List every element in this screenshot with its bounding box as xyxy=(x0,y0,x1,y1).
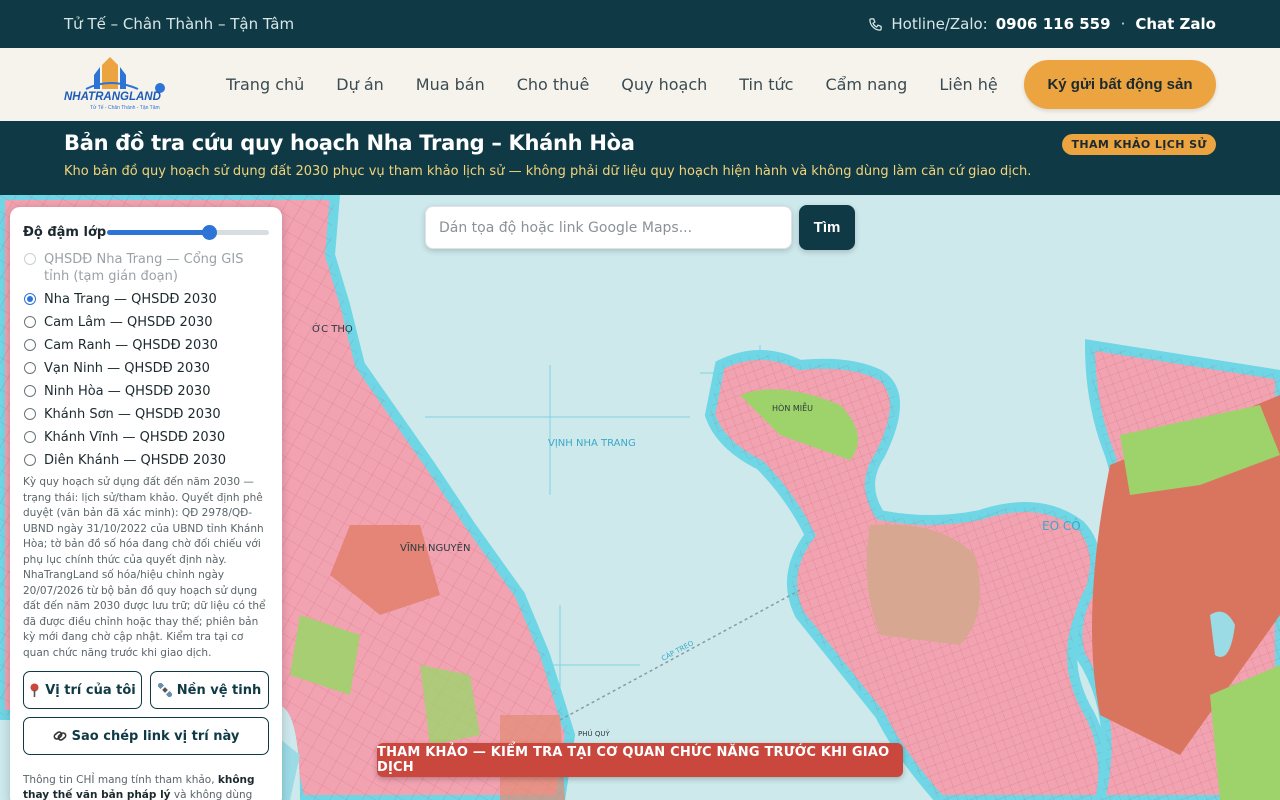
opacity-slider[interactable] xyxy=(107,225,269,240)
contact-area: Hotline/Zalo: 0906 116 559 · Chat Zalo xyxy=(868,15,1216,33)
slider-fill xyxy=(107,230,210,235)
map-label-eo-co: EO CÒ xyxy=(1042,519,1081,533)
hotline-number[interactable]: 0906 116 559 xyxy=(996,15,1111,33)
opacity-label: Độ đậm lớp xyxy=(23,224,107,240)
layer-option[interactable]: Cam Ranh — QHSDĐ 2030 xyxy=(23,337,269,354)
nav-contact[interactable]: Liên hệ xyxy=(939,75,997,94)
reference-warning-banner: THAM KHẢO — KIỂM TRA TẠI CƠ QUAN CHỨC NĂ… xyxy=(377,743,903,777)
hotline-label: Hotline/Zalo: xyxy=(891,15,988,33)
logo-tagline: Tử Tế - Chân Thành - Tận Tâm xyxy=(90,104,160,111)
page-subtitle: Kho bản đồ quy hoạch sử dụng đất 2030 ph… xyxy=(64,164,1032,179)
layer-option[interactable]: Diên Khánh — QHSDĐ 2030 xyxy=(23,452,269,469)
layer-radio[interactable] xyxy=(24,431,36,443)
layer-option[interactable]: Nha Trang — QHSDĐ 2030 xyxy=(23,291,269,308)
opacity-row: Độ đậm lớp xyxy=(23,221,269,243)
layer-option: QHSDĐ Nha Trang — Cổng GIS tỉnh (tạm giá… xyxy=(23,251,269,285)
layer-radio[interactable] xyxy=(24,293,36,305)
coordinate-search-input[interactable] xyxy=(425,206,792,249)
layer-option[interactable]: Khánh Vĩnh — QHSDĐ 2030 xyxy=(23,429,269,446)
map-label-phu-quy: PHÚ QUÝ xyxy=(578,730,610,738)
layer-option[interactable]: Ninh Hòa — QHSDĐ 2030 xyxy=(23,383,269,400)
nav-projects[interactable]: Dự án xyxy=(336,75,384,94)
layer-radio[interactable] xyxy=(24,385,36,397)
layer-radio[interactable] xyxy=(24,408,36,420)
separator: · xyxy=(1120,15,1126,33)
nav-buy-sell[interactable]: Mua bán xyxy=(416,75,485,94)
layer-radio[interactable] xyxy=(24,454,36,466)
chat-zalo-link[interactable]: Chat Zalo xyxy=(1135,15,1216,33)
nav-news[interactable]: Tin tức xyxy=(739,75,793,94)
layer-option[interactable]: Vạn Ninh — QHSDĐ 2030 xyxy=(23,360,269,377)
layer-label: Nha Trang — QHSDĐ 2030 xyxy=(44,292,217,307)
phone-icon xyxy=(869,17,883,31)
layer-list: QHSDĐ Nha Trang — Cổng GIS tỉnh (tạm giá… xyxy=(23,251,269,469)
note-prefix: Thông tin CHỈ mang tính tham khảo, xyxy=(23,774,218,786)
page-title: Bản đồ tra cứu quy hoạch Nha Trang – Khá… xyxy=(64,131,635,155)
top-bar: Tử Tế – Chân Thành – Tận Tâm Hotline/Zal… xyxy=(0,0,1280,48)
layer-panel: Độ đậm lớp QHSDĐ Nha Trang — Cổng GIS tỉ… xyxy=(10,207,282,800)
layer-label: Khánh Sơn — QHSDĐ 2030 xyxy=(44,407,221,422)
layer-option[interactable]: Khánh Sơn — QHSDĐ 2030 xyxy=(23,406,269,423)
pin-icon xyxy=(30,683,39,697)
link-icon xyxy=(53,731,67,741)
panel-button-row: Vị trí của tôi Nền vệ tinh xyxy=(23,671,269,709)
layer-label: Diên Khánh — QHSDĐ 2030 xyxy=(44,453,227,468)
main-header: NHATRANGLAND Tử Tế - Chân Thành - Tận Tâ… xyxy=(0,48,1280,121)
title-band: Bản đồ tra cứu quy hoạch Nha Trang – Khá… xyxy=(0,121,1280,195)
planning-description: Kỳ quy hoạch sử dụng đất đến năm 2030 — … xyxy=(23,476,266,659)
satellite-icon xyxy=(157,683,172,697)
map-label-vinh-nguyen: VĨNH NGUYÊN xyxy=(400,543,471,554)
layer-label: Ninh Hòa — QHSDĐ 2030 xyxy=(44,384,211,399)
consign-property-button[interactable]: Ký gửi bất động sản xyxy=(1024,60,1216,109)
disclaimer-note: Thông tin CHỈ mang tính tham khảo, không… xyxy=(23,773,269,800)
historical-badge: THAM KHẢO LỊCH SỬ xyxy=(1062,134,1216,155)
copy-location-link-button[interactable]: Sao chép link vị trí này xyxy=(23,717,269,755)
layer-radio[interactable] xyxy=(24,339,36,351)
layer-radio[interactable] xyxy=(24,362,36,374)
my-location-label: Vị trí của tôi xyxy=(45,682,136,698)
map-label-bay: VỊNH NHA TRANG xyxy=(548,438,636,449)
nav-rent[interactable]: Cho thuê xyxy=(517,75,590,94)
logo-brand: NHATRANGLAND xyxy=(64,91,161,103)
layer-label: Khánh Vĩnh — QHSDĐ 2030 xyxy=(44,430,226,445)
slogan: Tử Tế – Chân Thành – Tận Tâm xyxy=(64,15,295,33)
layer-radio xyxy=(24,253,36,265)
my-location-button[interactable]: Vị trí của tôi xyxy=(23,671,142,709)
layer-option[interactable]: Cam Lâm — QHSDĐ 2030 xyxy=(23,314,269,331)
map-label-phuoc-tho: ỚC THỌ xyxy=(312,324,353,335)
slider-thumb[interactable] xyxy=(201,225,217,240)
layer-label: Vạn Ninh — QHSDĐ 2030 xyxy=(44,361,210,376)
layer-radio[interactable] xyxy=(24,316,36,328)
nav-planning[interactable]: Quy hoạch xyxy=(621,75,707,94)
nav-home[interactable]: Trang chủ xyxy=(226,75,304,94)
layer-label: Cam Ranh — QHSDĐ 2030 xyxy=(44,338,218,353)
copy-link-label: Sao chép link vị trí này xyxy=(71,728,240,744)
map-label-hon-mieu: HÒN MIỄU xyxy=(772,404,814,413)
layer-label: Cam Lâm — QHSDĐ 2030 xyxy=(44,315,213,330)
layer-label: QHSDĐ Nha Trang — Cổng GIS tỉnh (tạm giá… xyxy=(44,252,244,284)
nav-handbook[interactable]: Cẩm nang xyxy=(825,75,907,94)
logo-mark: NHATRANGLAND Tử Tế - Chân Thành - Tận Tâ… xyxy=(64,56,165,111)
search-button[interactable]: Tìm xyxy=(799,205,855,250)
satellite-button[interactable]: Nền vệ tinh xyxy=(150,671,269,709)
logo[interactable]: NHATRANGLAND Tử Tế - Chân Thành - Tận Tâ… xyxy=(64,55,168,115)
satellite-label: Nền vệ tinh xyxy=(176,682,262,698)
